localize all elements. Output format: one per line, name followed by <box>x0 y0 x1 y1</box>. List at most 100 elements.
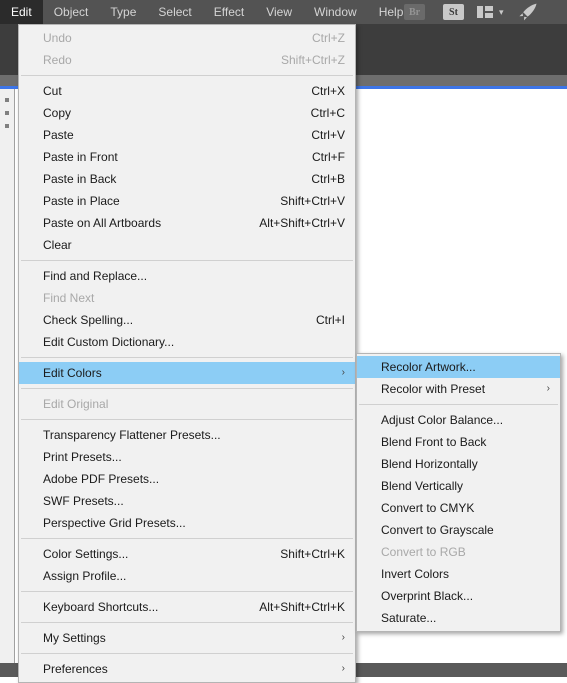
menu-separator <box>21 419 353 420</box>
menu-item-label: Saturate... <box>381 611 437 625</box>
tool-icon[interactable] <box>5 124 9 128</box>
menu-item-label: Blend Front to Back <box>381 435 487 449</box>
menu-item-label: Adobe PDF Presets... <box>43 472 160 486</box>
menu-item[interactable]: Paste in Back Ctrl+B <box>19 168 355 190</box>
menu-item-label: Print Presets... <box>43 450 122 464</box>
menu-item-label: Check Spelling... <box>43 313 134 327</box>
menu-bar-tools: Br St ▾ <box>395 0 538 24</box>
menu-item[interactable]: Invert Colors <box>357 563 560 585</box>
menubar-item-label: Edit <box>11 5 32 19</box>
menubar-item-type[interactable]: Type <box>99 0 147 24</box>
menu-item[interactable]: Clear <box>19 234 355 256</box>
menu-separator <box>21 260 353 261</box>
menubar-item-edit[interactable]: Edit <box>0 0 43 24</box>
menu-item-shortcut: Ctrl+X <box>311 84 345 98</box>
menu-item-label: Convert to Grayscale <box>381 523 494 537</box>
submenu-arrow-icon: › <box>546 383 550 394</box>
tool-icon[interactable] <box>5 111 9 115</box>
menu-item-label: Transparency Flattener Presets... <box>43 428 221 442</box>
menu-item[interactable]: Recolor Artwork... <box>357 356 560 378</box>
menubar-item-label: Type <box>110 5 137 19</box>
menu-item[interactable]: Paste in Front Ctrl+F <box>19 146 355 168</box>
menu-item-label: Preferences <box>43 662 108 676</box>
rocket-icon[interactable] <box>518 3 538 21</box>
edit-colors-submenu[interactable]: Recolor Artwork... Recolor with Preset › Ad… <box>356 353 561 632</box>
menu-item[interactable]: Saturate... <box>357 607 560 629</box>
menu-item[interactable]: Find and Replace... <box>19 265 355 287</box>
menu-item-shortcut: Shift+Ctrl+K <box>280 547 345 561</box>
menu-item-label: Blend Vertically <box>381 479 464 493</box>
menu-item[interactable]: Transparency Flattener Presets... <box>19 424 355 446</box>
menu-item[interactable]: Copy Ctrl+C <box>19 102 355 124</box>
menu-item-label: Recolor with Preset <box>381 382 486 396</box>
menu-item[interactable]: Paste on All Artboards Alt+Shift+Ctrl+V <box>19 212 355 234</box>
menubar-item-label: View <box>266 5 293 19</box>
menu-item-label: My Settings <box>43 631 106 645</box>
menu-item-shortcut: Shift+Ctrl+V <box>280 194 345 208</box>
menu-separator <box>21 653 353 654</box>
menu-item[interactable]: Assign Profile... <box>19 565 355 587</box>
menu-item-label: Redo <box>43 53 72 67</box>
menu-item[interactable]: Keyboard Shortcuts... Alt+Shift+Ctrl+K <box>19 596 355 618</box>
menubar-item-view[interactable]: View <box>255 0 303 24</box>
menu-item-label: Recolor Artwork... <box>381 360 476 374</box>
menu-item[interactable]: SWF Presets... <box>19 490 355 512</box>
arrange-documents-icon[interactable] <box>477 6 493 18</box>
menu-item-label: Edit Custom Dictionary... <box>43 335 175 349</box>
edit-menu[interactable]: Undo Ctrl+Z Redo Shift+Ctrl+Z Cut Ctrl+X Copy C… <box>18 24 356 683</box>
menu-item-label: Convert to CMYK <box>381 501 475 515</box>
menu-item[interactable]: Cut Ctrl+X <box>19 80 355 102</box>
menu-item: Edit Original <box>19 393 355 415</box>
menu-item-label: Find and Replace... <box>43 269 148 283</box>
menu-item[interactable]: Blend Front to Back <box>357 431 560 453</box>
menubar-item-window[interactable]: Window <box>303 0 368 24</box>
menu-item[interactable]: Overprint Black... <box>357 585 560 607</box>
menu-item-shortcut: Alt+Shift+Ctrl+K <box>259 600 345 614</box>
menubar-item-effect[interactable]: Effect <box>203 0 255 24</box>
menu-item[interactable]: Color Settings... Shift+Ctrl+K <box>19 543 355 565</box>
menu-item[interactable]: Convert to CMYK <box>357 497 560 519</box>
bridge-icon[interactable]: Br <box>404 4 425 20</box>
menu-item[interactable]: Paste in Place Shift+Ctrl+V <box>19 190 355 212</box>
submenu-arrow-icon: › <box>341 663 345 674</box>
menu-item-label: SWF Presets... <box>43 494 124 508</box>
menu-item[interactable]: Paste Ctrl+V <box>19 124 355 146</box>
menubar-item-object[interactable]: Object <box>43 0 100 24</box>
menu-item[interactable]: Check Spelling... Ctrl+I <box>19 309 355 331</box>
menu-item-shortcut: Ctrl+Z <box>312 31 345 45</box>
menu-item-label: Blend Horizontally <box>381 457 478 471</box>
menu-item[interactable]: Adobe PDF Presets... <box>19 468 355 490</box>
menu-item[interactable]: Adjust Color Balance... <box>357 409 560 431</box>
menu-item-label: Convert to RGB <box>381 545 466 559</box>
menu-item[interactable]: Perspective Grid Presets... <box>19 512 355 534</box>
stock-icon[interactable]: St <box>443 4 464 20</box>
menu-item[interactable]: Convert to Grayscale <box>357 519 560 541</box>
menu-item[interactable]: Blend Vertically <box>357 475 560 497</box>
menu-item-label: Cut <box>43 84 62 98</box>
menu-separator <box>359 404 558 405</box>
menu-item[interactable]: Recolor with Preset › <box>357 378 560 400</box>
tools-panel[interactable] <box>0 89 15 677</box>
menu-item[interactable]: Print Presets... <box>19 446 355 468</box>
menu-item-shortcut: Ctrl+F <box>312 150 345 164</box>
menu-item-label: Color Settings... <box>43 547 129 561</box>
menu-item: Find Next <box>19 287 355 309</box>
menu-item-shortcut: Ctrl+I <box>315 313 345 327</box>
menu-item[interactable]: My Settings › <box>19 627 355 649</box>
menu-item[interactable]: Edit Colors › <box>19 362 355 384</box>
menu-item-label: Edit Original <box>43 397 109 411</box>
menu-item-label: Undo <box>43 31 72 45</box>
menu-item-label: Paste in Place <box>43 194 120 208</box>
chevron-down-icon[interactable]: ▾ <box>499 7 504 17</box>
menu-bar-items: Edit Object Type Select Effect View Window Help <box>0 0 414 24</box>
menu-item[interactable]: Blend Horizontally <box>357 453 560 475</box>
menubar-item-select[interactable]: Select <box>147 0 202 24</box>
menu-item-shortcut: Ctrl+V <box>311 128 345 142</box>
menu-item-label: Edit Colors <box>43 366 102 380</box>
menu-item-label: Perspective Grid Presets... <box>43 516 186 530</box>
menu-item[interactable]: Edit Custom Dictionary... <box>19 331 355 353</box>
menu-item-label: Paste in Back <box>43 172 117 186</box>
submenu-arrow-icon: › <box>341 632 345 643</box>
tool-icon[interactable] <box>5 98 9 102</box>
menu-item-label: Keyboard Shortcuts... <box>43 600 159 614</box>
